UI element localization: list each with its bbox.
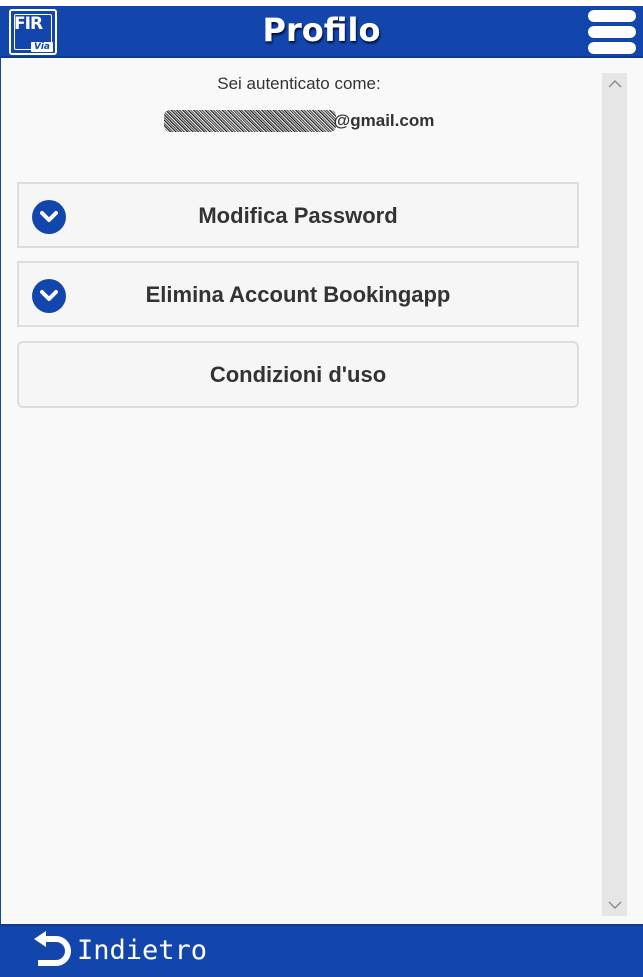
hamburger-menu-icon (588, 10, 636, 22)
terms-of-use-button[interactable]: Condizioni d'uso (17, 341, 579, 408)
page-title: Profilo (262, 11, 381, 49)
vertical-scrollbar[interactable] (602, 73, 627, 916)
hamburger-menu-icon-line (588, 42, 636, 54)
header-bar: FIR Via Profilo (0, 6, 643, 58)
scroll-down-arrow-icon[interactable] (602, 894, 627, 916)
email-domain: @gmail.com (333, 111, 435, 130)
modify-password-label: Modifica Password (198, 203, 398, 228)
user-email: @gmail.com (1, 110, 597, 136)
modify-password-button[interactable]: Modifica Password (17, 182, 579, 248)
delete-account-button[interactable]: Elimina Account Bookingapp (17, 261, 579, 327)
footer-bar: Indietro (0, 924, 643, 977)
hamburger-menu-icon-line (588, 26, 636, 38)
delete-account-label: Elimina Account Bookingapp (145, 282, 451, 307)
back-label: Indietro (77, 935, 208, 966)
main-content: Sei autenticato come: @gmail.com Modific… (1, 60, 599, 924)
hamburger-menu-button[interactable] (588, 10, 636, 54)
redacted-email-local-part (163, 110, 336, 132)
auth-label: Sei autenticato come: (217, 74, 381, 93)
terms-of-use-label: Condizioni d'uso (209, 362, 387, 387)
scroll-up-arrow-icon[interactable] (602, 73, 627, 95)
undo-arrow-icon (34, 931, 71, 966)
